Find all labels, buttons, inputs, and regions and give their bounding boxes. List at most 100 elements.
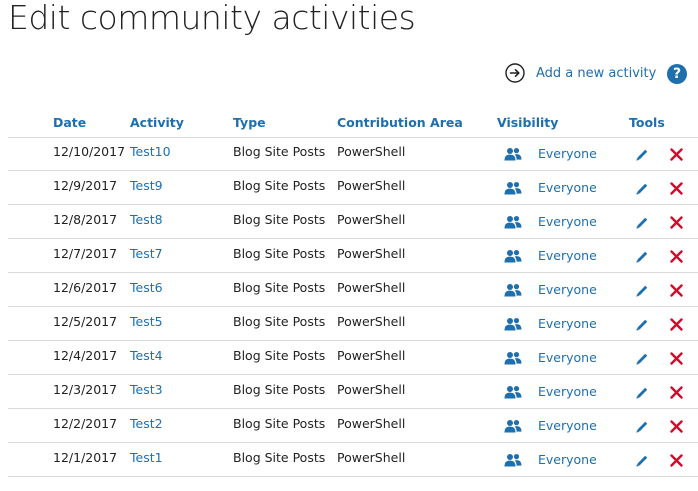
visibility-link[interactable]: Everyone (538, 316, 597, 331)
delete-x-icon[interactable] (670, 216, 683, 229)
table-row: 12/1/2017 Test1 Blog Site Posts PowerShell E… (8, 443, 698, 477)
edit-pencil-icon[interactable] (634, 249, 650, 265)
delete-x-icon[interactable] (670, 352, 683, 365)
people-icon (504, 351, 522, 365)
delete-x-icon[interactable] (670, 284, 683, 297)
activity-type: Blog Site Posts (233, 314, 326, 329)
activity-link[interactable]: Test9 (130, 178, 163, 193)
table-row: 12/10/2017 Test10 Blog Site Posts PowerShel… (8, 137, 698, 171)
activity-type: Blog Site Posts (233, 348, 326, 363)
activity-link[interactable]: Test1 (130, 450, 163, 465)
table-row: 12/7/2017 Test7 Blog Site Posts PowerShell E… (8, 239, 698, 273)
activity-date: 12/5/2017 (53, 314, 118, 329)
activity-type: Blog Site Posts (233, 212, 326, 227)
delete-x-icon[interactable] (670, 148, 683, 161)
edit-pencil-icon[interactable] (634, 385, 650, 401)
activity-date: 12/1/2017 (53, 450, 118, 465)
visibility-link[interactable]: Everyone (538, 350, 597, 365)
activity-date: 12/6/2017 (53, 280, 118, 295)
edit-pencil-icon[interactable] (634, 215, 650, 231)
column-header-tools: Tools (629, 115, 665, 130)
activity-type: Blog Site Posts (233, 246, 326, 261)
delete-x-icon[interactable] (670, 250, 683, 263)
delete-x-icon[interactable] (670, 420, 683, 433)
contribution-area: PowerShell (337, 144, 406, 159)
edit-pencil-icon[interactable] (634, 453, 650, 469)
delete-x-icon[interactable] (670, 386, 683, 399)
activity-link[interactable]: Test7 (130, 246, 163, 261)
contribution-area: PowerShell (337, 314, 406, 329)
table-row: 12/2/2017 Test2 Blog Site Posts PowerShell E… (8, 409, 698, 443)
contribution-area: PowerShell (337, 212, 406, 227)
contribution-area: PowerShell (337, 178, 406, 193)
activity-link[interactable]: Test4 (130, 348, 163, 363)
visibility-link[interactable]: Everyone (538, 180, 597, 195)
visibility-link[interactable]: Everyone (538, 214, 597, 229)
table-row: 12/5/2017 Test5 Blog Site Posts PowerShell E… (8, 307, 698, 341)
edit-pencil-icon[interactable] (634, 419, 650, 435)
contribution-area: PowerShell (337, 280, 406, 295)
activity-type: Blog Site Posts (233, 178, 326, 193)
activity-link[interactable]: Test3 (130, 382, 163, 397)
activity-date: 12/3/2017 (53, 382, 118, 397)
contribution-area: PowerShell (337, 450, 406, 465)
activity-link[interactable]: Test2 (130, 416, 163, 431)
edit-pencil-icon[interactable] (634, 317, 650, 333)
activities-table-body: 12/10/2017 Test10 Blog Site Posts PowerShel… (8, 137, 698, 477)
people-icon (504, 181, 522, 195)
visibility-link[interactable]: Everyone (538, 452, 597, 467)
activity-type: Blog Site Posts (233, 144, 326, 159)
activity-link[interactable]: Test6 (130, 280, 163, 295)
people-icon (504, 249, 522, 263)
delete-x-icon[interactable] (670, 318, 683, 331)
activity-type: Blog Site Posts (233, 416, 326, 431)
delete-x-icon[interactable] (670, 454, 683, 467)
arrow-right-circle-icon (505, 63, 525, 83)
edit-pencil-icon[interactable] (634, 351, 650, 367)
activity-date: 12/7/2017 (53, 246, 118, 261)
column-header-contribution-area[interactable]: Contribution Area (337, 115, 463, 130)
column-header-activity[interactable]: Activity (130, 115, 184, 130)
edit-pencil-icon[interactable] (634, 147, 650, 163)
activity-date: 12/8/2017 (53, 212, 118, 227)
activity-link[interactable]: Test8 (130, 212, 163, 227)
visibility-link[interactable]: Everyone (538, 384, 597, 399)
table-row: 12/8/2017 Test8 Blog Site Posts PowerShell E… (8, 205, 698, 239)
page-title: Edit community activities (8, 0, 416, 37)
people-icon (504, 215, 522, 229)
column-header-type[interactable]: Type (233, 115, 266, 130)
table-row: 12/9/2017 Test9 Blog Site Posts PowerShell E… (8, 171, 698, 205)
table-row: 12/4/2017 Test4 Blog Site Posts PowerShell E… (8, 341, 698, 375)
edit-pencil-icon[interactable] (634, 181, 650, 197)
people-icon (504, 453, 522, 467)
visibility-link[interactable]: Everyone (538, 146, 597, 161)
help-icon[interactable]: ? (667, 64, 687, 84)
visibility-link[interactable]: Everyone (538, 282, 597, 297)
edit-pencil-icon[interactable] (634, 283, 650, 299)
column-header-visibility[interactable]: Visibility (497, 115, 558, 130)
activity-link[interactable]: Test5 (130, 314, 163, 329)
people-icon (504, 317, 522, 331)
contribution-area: PowerShell (337, 348, 406, 363)
people-icon (504, 283, 522, 297)
activity-type: Blog Site Posts (233, 450, 326, 465)
visibility-link[interactable]: Everyone (538, 418, 597, 433)
delete-x-icon[interactable] (670, 182, 683, 195)
activity-type: Blog Site Posts (233, 280, 326, 295)
table-header: Date Activity Type Contribution Area Vis… (8, 112, 698, 138)
visibility-link[interactable]: Everyone (538, 248, 597, 263)
add-activity-button[interactable]: Add a new activity (505, 63, 656, 83)
add-activity-label: Add a new activity (536, 65, 657, 81)
people-icon (504, 147, 522, 161)
people-icon (504, 385, 522, 399)
activity-date: 12/4/2017 (53, 348, 118, 363)
contribution-area: PowerShell (337, 416, 406, 431)
table-row: 12/6/2017 Test6 Blog Site Posts PowerShell E… (8, 273, 698, 307)
activity-date: 12/9/2017 (53, 178, 118, 193)
activity-date: 12/10/2017 (53, 144, 126, 159)
contribution-area: PowerShell (337, 382, 406, 397)
activity-date: 12/2/2017 (53, 416, 118, 431)
column-header-date[interactable]: Date (53, 115, 86, 130)
activity-link[interactable]: Test10 (130, 144, 171, 159)
table-row: 12/3/2017 Test3 Blog Site Posts PowerShell E… (8, 375, 698, 409)
